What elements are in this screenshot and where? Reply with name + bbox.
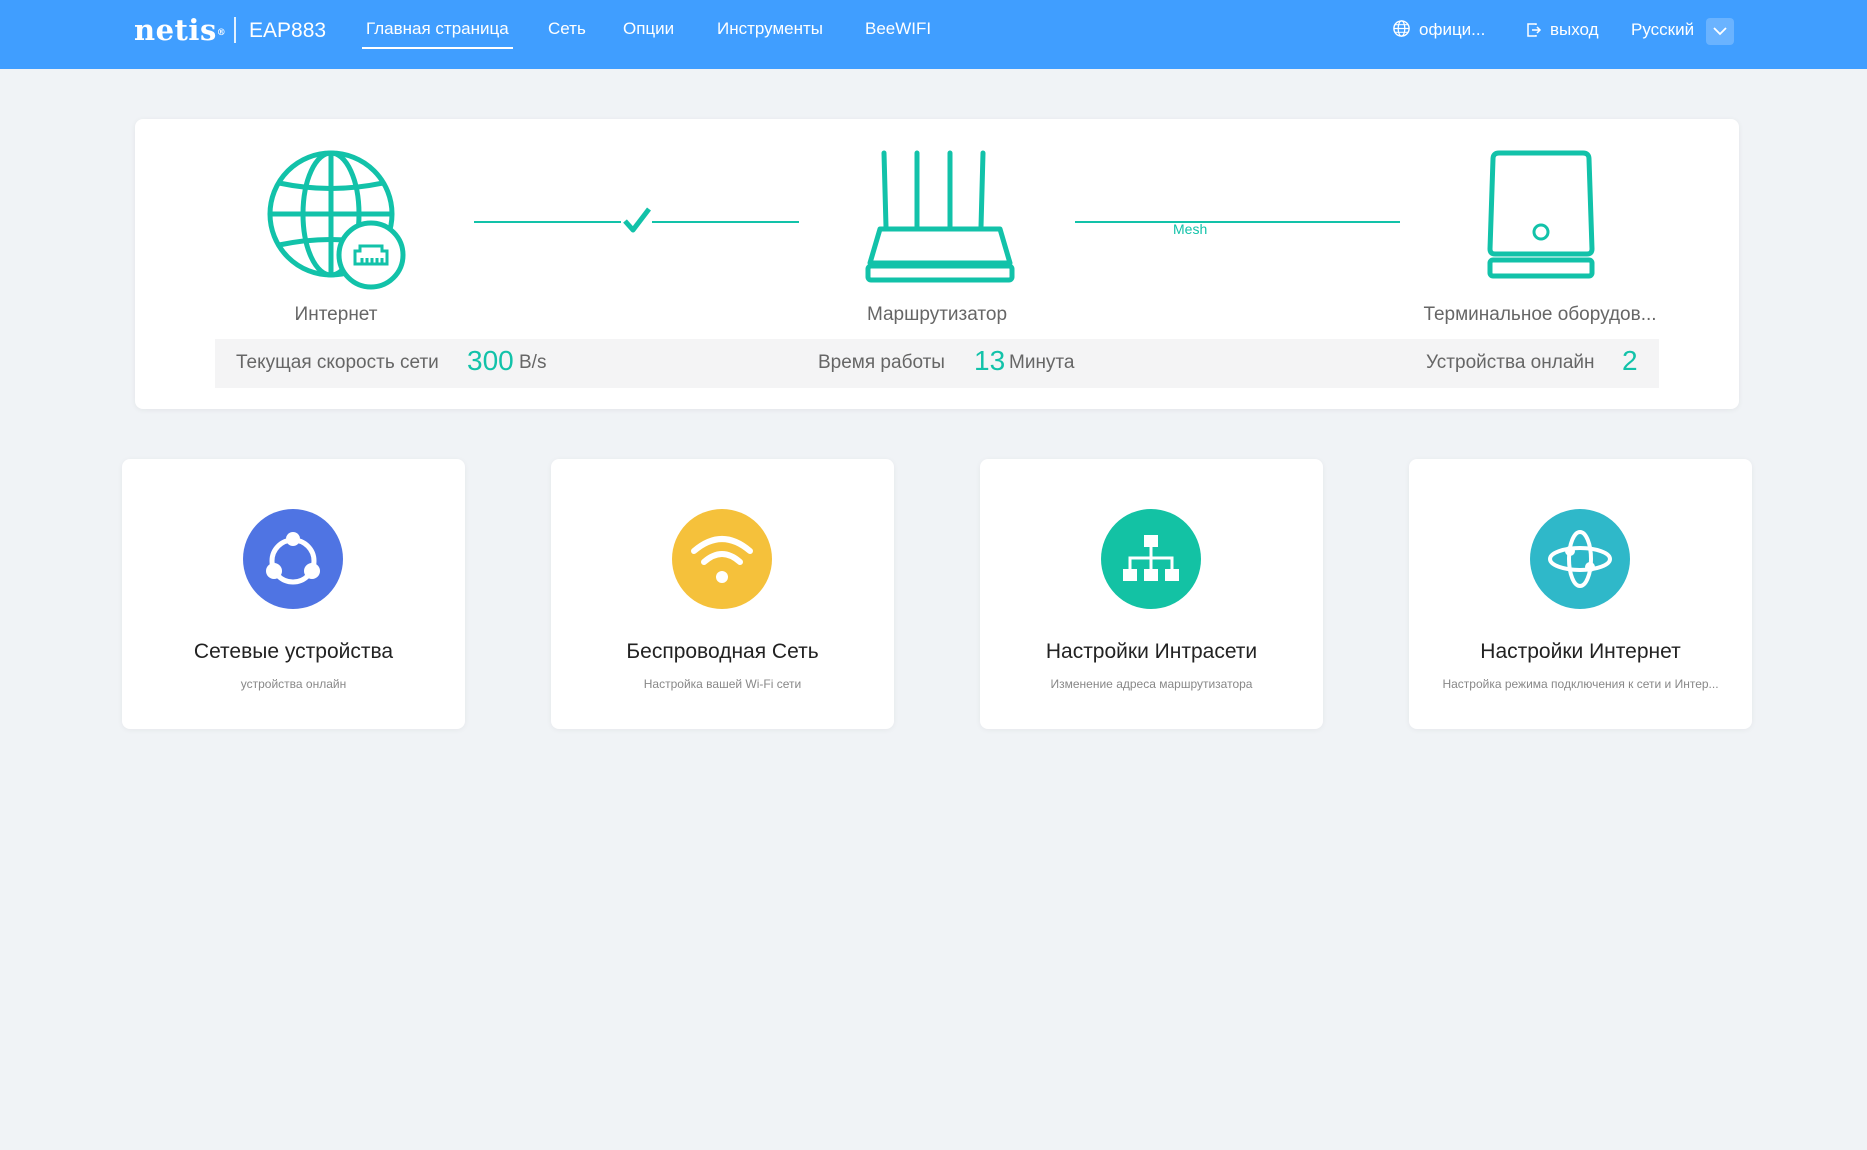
official-site-link[interactable]: офици... bbox=[1392, 19, 1485, 41]
uptime-unit: Минута bbox=[1009, 352, 1075, 373]
language-label[interactable]: Русский bbox=[1631, 19, 1694, 41]
stats-bar: Текущая скорость сети 300 B/s Время рабо… bbox=[215, 339, 1659, 388]
nav-tools[interactable]: Инструменты bbox=[717, 18, 823, 40]
speed-label: Текущая скорость сети bbox=[236, 352, 439, 373]
model-name: EAP883 bbox=[249, 19, 327, 42]
mesh-label: Mesh bbox=[1173, 221, 1208, 237]
logout-label: выход bbox=[1550, 20, 1599, 39]
internet-globe-icon bbox=[267, 150, 406, 290]
top-navigation-bar: netis® EAP883 Главная страница Сеть Опци… bbox=[0, 0, 1867, 69]
speed-value: 300 bbox=[467, 345, 514, 376]
card-subtitle: Изменение адреса маршрутизатора bbox=[1050, 677, 1253, 691]
link-line-right bbox=[652, 221, 799, 223]
intranet-icon-circle bbox=[1101, 509, 1201, 609]
orbit-icon bbox=[1548, 530, 1612, 588]
card-title: Сетевые устройства bbox=[193, 640, 394, 663]
language-dropdown-button[interactable] bbox=[1706, 18, 1734, 45]
connected-check-icon bbox=[623, 207, 651, 233]
share-nodes-icon bbox=[266, 532, 320, 585]
card-wireless-network[interactable]: Беспроводная Сеть Настройка вашей Wi-Fi … bbox=[551, 459, 894, 729]
wireless-icon-circle bbox=[672, 509, 772, 609]
official-site-label: офици... bbox=[1419, 20, 1486, 39]
nav-network[interactable]: Сеть bbox=[548, 18, 586, 40]
card-title: Настройки Интернет bbox=[1480, 640, 1681, 663]
card-network-devices[interactable]: Сетевые устройства устройства онлайн bbox=[122, 459, 465, 729]
globe-icon bbox=[1393, 20, 1410, 37]
brand-name: netis bbox=[134, 13, 217, 47]
card-internet-settings[interactable]: Настройки Интернет Настройка режима подк… bbox=[1409, 459, 1752, 729]
internet-settings-icon-circle bbox=[1530, 509, 1630, 609]
uptime-value: 13 bbox=[974, 345, 1006, 376]
nav-home[interactable]: Главная страница bbox=[362, 18, 513, 49]
brand-mark: ® bbox=[216, 28, 227, 38]
logout-button[interactable]: выход bbox=[1526, 19, 1599, 41]
netis-logo[interactable]: netis® bbox=[134, 13, 226, 47]
logout-icon bbox=[1527, 23, 1542, 37]
network-tree-icon bbox=[1123, 535, 1179, 581]
devices-online-value: 2 bbox=[1622, 345, 1638, 376]
card-intranet-settings[interactable]: Настройки Интрасети Изменение адреса мар… bbox=[980, 459, 1323, 729]
nav-beewifi[interactable]: BeeWIFI bbox=[865, 18, 931, 40]
network-devices-icon-circle bbox=[243, 509, 343, 609]
link-line-left bbox=[474, 221, 621, 223]
mesh-link-line bbox=[1075, 221, 1400, 223]
card-subtitle: устройства онлайн bbox=[240, 677, 347, 691]
uptime-label: Время работы bbox=[818, 352, 945, 373]
router-label: Маршрутизатор bbox=[866, 304, 1008, 325]
terminal-label: Терминальное оборудов... bbox=[1423, 304, 1657, 325]
terminal-device-icon bbox=[1487, 150, 1595, 279]
wifi-icon bbox=[691, 536, 753, 583]
logo-divider bbox=[234, 17, 236, 43]
router-icon bbox=[865, 150, 1015, 283]
internet-label: Интернет bbox=[294, 304, 378, 325]
nav-options[interactable]: Опции bbox=[623, 18, 674, 40]
devices-online-label: Устройства онлайн bbox=[1426, 352, 1595, 373]
card-title: Настройки Интрасети bbox=[1045, 640, 1258, 663]
speed-unit: B/s bbox=[519, 352, 547, 373]
card-title: Беспроводная Сеть bbox=[626, 640, 819, 663]
network-status-panel: Интернет Маршрутизатор Mesh Терминальное… bbox=[135, 119, 1739, 409]
card-subtitle: Настройка режима подключения к сети и Ин… bbox=[1442, 677, 1719, 691]
chevron-down-icon bbox=[1713, 27, 1727, 36]
card-subtitle: Настройка вашей Wi-Fi сети bbox=[643, 677, 802, 691]
